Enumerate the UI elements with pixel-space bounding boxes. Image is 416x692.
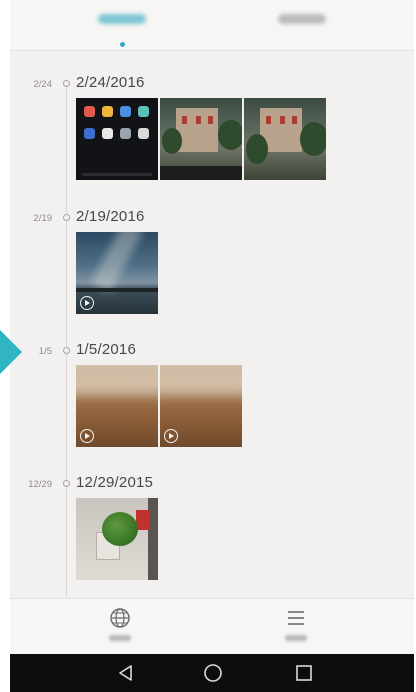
bottom-tab-label-blurred (109, 635, 131, 641)
play-icon (80, 429, 94, 443)
home-button[interactable] (203, 663, 223, 688)
recent-apps-button[interactable] (295, 664, 313, 687)
menu-icon (288, 611, 304, 625)
video-thumbnail[interactable] (76, 232, 158, 314)
thumbnail-row (76, 365, 242, 447)
callout-pointer-arrow (0, 330, 22, 374)
timeline-line (66, 82, 67, 597)
bottom-tab-more[interactable] (256, 607, 336, 651)
bottom-tab-discover[interactable] (80, 607, 160, 651)
active-tab-indicator (119, 42, 125, 47)
photo-thumbnail[interactable] (244, 98, 326, 180)
back-button[interactable] (116, 663, 136, 688)
photo-thumbnail[interactable] (76, 498, 158, 580)
timeline-node (63, 80, 70, 87)
tab-albums[interactable] (242, 10, 362, 40)
gallery-screen: 2/24 2/24/2016 2/19 2/19/2016 1/5 1/5/20… (10, 0, 414, 692)
photo-thumbnail[interactable] (76, 98, 158, 180)
video-thumbnail[interactable] (160, 365, 242, 447)
bottom-tab-bar (10, 598, 414, 655)
date-heading: 2/24/2016 (76, 74, 145, 91)
top-tab-bar (10, 0, 414, 51)
bottom-tab-label-blurred (285, 635, 307, 641)
back-icon (119, 665, 132, 681)
globe-icon (110, 608, 130, 628)
timeline-node (63, 480, 70, 487)
video-thumbnail[interactable] (76, 365, 158, 447)
play-icon (164, 429, 178, 443)
home-icon (204, 664, 222, 682)
system-navigation-bar (10, 654, 414, 692)
short-date-label: 2/24 (33, 79, 53, 90)
thumbnail-row (76, 98, 326, 180)
timeline-node (63, 347, 70, 354)
recent-apps-icon (296, 665, 312, 681)
tab-label-blurred (98, 14, 146, 24)
tab-photos[interactable] (62, 10, 182, 47)
thumbnail-row (76, 498, 158, 580)
date-heading: 1/5/2016 (76, 341, 136, 358)
play-icon (80, 296, 94, 310)
thumbnail-row (76, 232, 158, 314)
short-date-label: 2/19 (33, 213, 53, 224)
timeline-node (63, 214, 70, 221)
date-heading: 2/19/2016 (76, 208, 145, 225)
tab-label-blurred (278, 14, 326, 24)
short-date-label: 12/29 (28, 479, 52, 490)
photo-thumbnail[interactable] (160, 98, 242, 180)
date-heading: 12/29/2015 (76, 474, 154, 491)
